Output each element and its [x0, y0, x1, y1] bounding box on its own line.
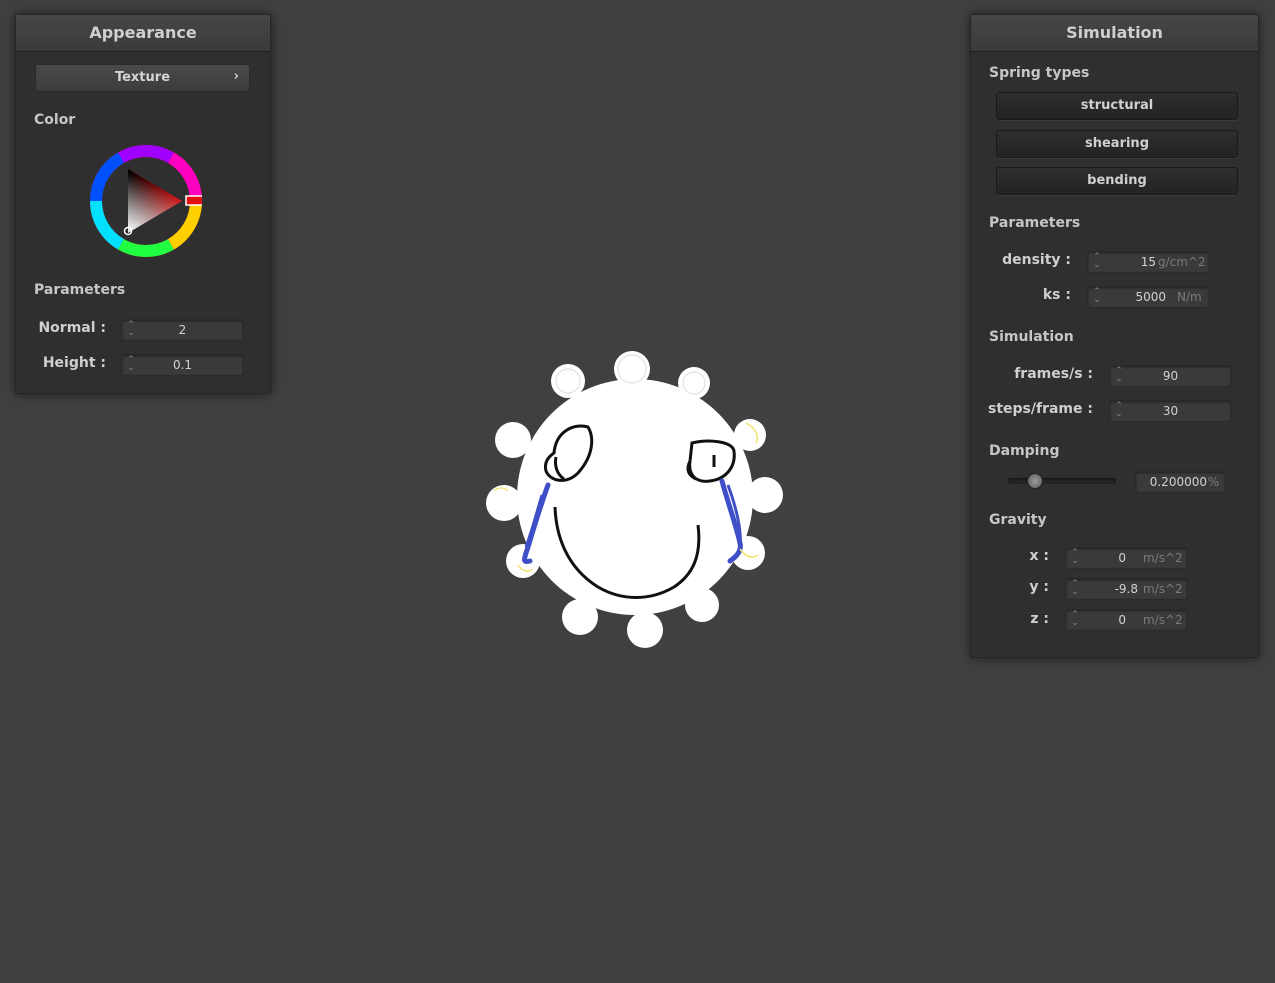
bending-toggle-button[interactable]: bending [996, 167, 1238, 195]
texture-button-label: Texture [114, 70, 171, 85]
steps-spinbox[interactable]: ⌃ ⌄ 30 [1109, 400, 1232, 422]
normal-spinbox[interactable]: ⌃ ⌄ 2 [121, 319, 244, 341]
damping-slider[interactable] [1008, 478, 1116, 484]
steps-value: 30 [1162, 404, 1179, 418]
height-spinbox[interactable]: ⌃ ⌄ 0.1 [121, 354, 244, 376]
color-wheel[interactable] [90, 145, 204, 257]
ks-label: ks : [1042, 287, 1071, 303]
gravity-z-unit: m/s^2 [1143, 613, 1183, 627]
spin-arrows-icon[interactable]: ⌃ ⌄ [1070, 611, 1080, 629]
frames-spinbox[interactable]: ⌃ ⌄ 90 [1109, 365, 1232, 387]
spin-arrows-icon[interactable]: ⌃ ⌄ [1092, 253, 1102, 271]
steps-label: steps/frame : [988, 401, 1093, 417]
color-label: Color [34, 112, 76, 128]
spin-arrows-icon[interactable]: ⌃ ⌄ [1070, 549, 1080, 567]
simulation-section-label: Simulation [989, 329, 1074, 345]
density-value: 15 [1140, 255, 1156, 269]
gravity-y-value: -9.8 [1114, 582, 1138, 596]
density-spinbox[interactable]: ⌃ ⌄ 15 g/cm^2 [1087, 251, 1210, 273]
gravity-x-unit: m/s^2 [1143, 551, 1183, 565]
frames-value: 90 [1162, 369, 1179, 383]
texture-button[interactable]: Texture › [35, 64, 250, 92]
cloth-sphere [486, 351, 783, 648]
ks-unit: N/m [1177, 290, 1202, 304]
ks-spinbox[interactable]: ⌃ ⌄ 5000 N/m [1087, 286, 1210, 308]
spring-types-label: Spring types [989, 65, 1090, 81]
damping-slider-handle[interactable] [1026, 473, 1043, 489]
color-wheel-icon [90, 145, 204, 257]
damping-field[interactable]: 0.200000 % [1135, 471, 1226, 493]
chevron-right-icon: › [233, 69, 239, 84]
normal-label: Normal : [38, 320, 106, 336]
simulation-panel: Simulation Spring types structural shear… [970, 14, 1259, 658]
spin-arrows-icon[interactable]: ⌃ ⌄ [1070, 580, 1080, 598]
normal-value: 2 [178, 323, 187, 337]
viewport-canvas[interactable] [470, 335, 800, 665]
gravity-y-label: y : [1029, 579, 1049, 595]
density-label: density : [1002, 252, 1071, 268]
ks-value: 5000 [1135, 290, 1166, 304]
sim-parameters-label: Parameters [989, 215, 1081, 231]
gravity-label: Gravity [989, 512, 1047, 528]
gravity-x-value: 0 [1118, 551, 1126, 565]
height-label: Height : [42, 355, 106, 371]
structural-toggle-button[interactable]: structural [996, 92, 1238, 120]
height-value: 0.1 [172, 358, 193, 372]
density-unit: g/cm^2 [1158, 255, 1206, 269]
appearance-title[interactable]: Appearance [16, 15, 270, 52]
appearance-panel: Appearance Texture › Color Parameters No… [15, 14, 271, 394]
damping-label: Damping [989, 443, 1060, 459]
spin-arrows-icon[interactable]: ⌃ ⌄ [1092, 288, 1102, 306]
gravity-x-spinbox[interactable]: ⌃ ⌄ 0 m/s^2 [1065, 547, 1188, 569]
simulation-title[interactable]: Simulation [971, 15, 1258, 52]
gravity-z-value: 0 [1118, 613, 1126, 627]
gravity-z-spinbox[interactable]: ⌃ ⌄ 0 m/s^2 [1065, 609, 1188, 631]
appearance-parameters-label: Parameters [34, 282, 126, 298]
gravity-y-spinbox[interactable]: ⌃ ⌄ -9.8 m/s^2 [1065, 578, 1188, 600]
damping-unit: % [1207, 475, 1219, 489]
gravity-z-label: z : [1030, 611, 1049, 627]
frames-label: frames/s : [1014, 366, 1093, 382]
gravity-y-unit: m/s^2 [1143, 582, 1183, 596]
shearing-toggle-button[interactable]: shearing [996, 130, 1238, 158]
gravity-x-label: x : [1029, 548, 1049, 564]
damping-value: 0.200000 [1149, 475, 1207, 489]
